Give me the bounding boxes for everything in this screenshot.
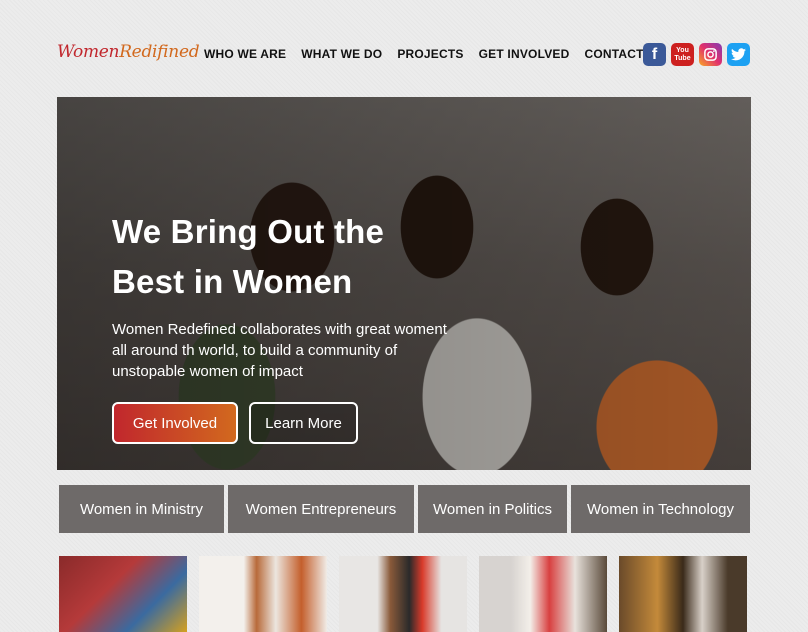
category-women-in-technology[interactable]: Women in Technology	[571, 485, 750, 533]
gallery-photo[interactable]	[619, 556, 747, 632]
social-links: f You Tube	[643, 43, 750, 66]
hero-content: We Bring Out the Best in Women Women Rede…	[112, 207, 492, 444]
learn-more-button[interactable]: Learn More	[249, 402, 358, 444]
nav-contact[interactable]: CONTACT	[584, 47, 643, 61]
facebook-glyph: f	[651, 45, 658, 63]
nav-get-involved[interactable]: GET INVOLVED	[479, 47, 570, 61]
hero-title: We Bring Out the Best in Women	[112, 207, 492, 307]
nav-projects[interactable]: PROJECTS	[397, 47, 463, 61]
gallery-photo[interactable]	[479, 556, 607, 632]
logo-accent: Redifined	[119, 42, 200, 62]
twitter-glyph	[731, 48, 746, 61]
hero-banner: We Bring Out the Best in Women Women Rede…	[57, 97, 751, 470]
twitter-icon[interactable]	[727, 43, 750, 66]
hero-description: Women Redefined collaborates with great …	[112, 321, 447, 380]
logo-main: Women	[57, 42, 120, 62]
instagram-glyph	[704, 48, 717, 61]
hero-title-line2: Best in Women	[112, 263, 353, 300]
photo-gallery	[59, 556, 759, 632]
category-women-entrepreneurs[interactable]: Women Entrepreneurs	[228, 485, 414, 533]
site-logo[interactable]: WomenRedifined	[57, 42, 200, 62]
hero-title-line1: We Bring Out the	[112, 213, 385, 250]
hero-buttons: Get Involved Learn More	[112, 402, 492, 444]
youtube-glyph: You Tube	[674, 47, 690, 63]
get-involved-button[interactable]: Get Involved	[112, 402, 238, 444]
gallery-photo[interactable]	[59, 556, 187, 632]
category-women-in-politics[interactable]: Women in Politics	[418, 485, 567, 533]
youtube-glyph-top: You	[676, 46, 689, 54]
nav-what-we-do[interactable]: WHAT WE DO	[301, 47, 382, 61]
category-women-in-ministry[interactable]: Women in Ministry	[59, 485, 224, 533]
main-nav: WHO WE ARE WHAT WE DO PROJECTS GET INVOL…	[204, 47, 659, 61]
facebook-icon[interactable]: f	[643, 43, 666, 66]
gallery-photo[interactable]	[339, 556, 467, 632]
gallery-photo[interactable]	[199, 556, 327, 632]
youtube-icon[interactable]: You Tube	[671, 43, 694, 66]
category-tabs: Women in Ministry Women Entrepreneurs Wo…	[59, 485, 750, 533]
nav-who-we-are[interactable]: WHO WE ARE	[204, 47, 286, 61]
youtube-glyph-bottom: Tube	[674, 54, 691, 62]
instagram-icon[interactable]	[699, 43, 722, 66]
